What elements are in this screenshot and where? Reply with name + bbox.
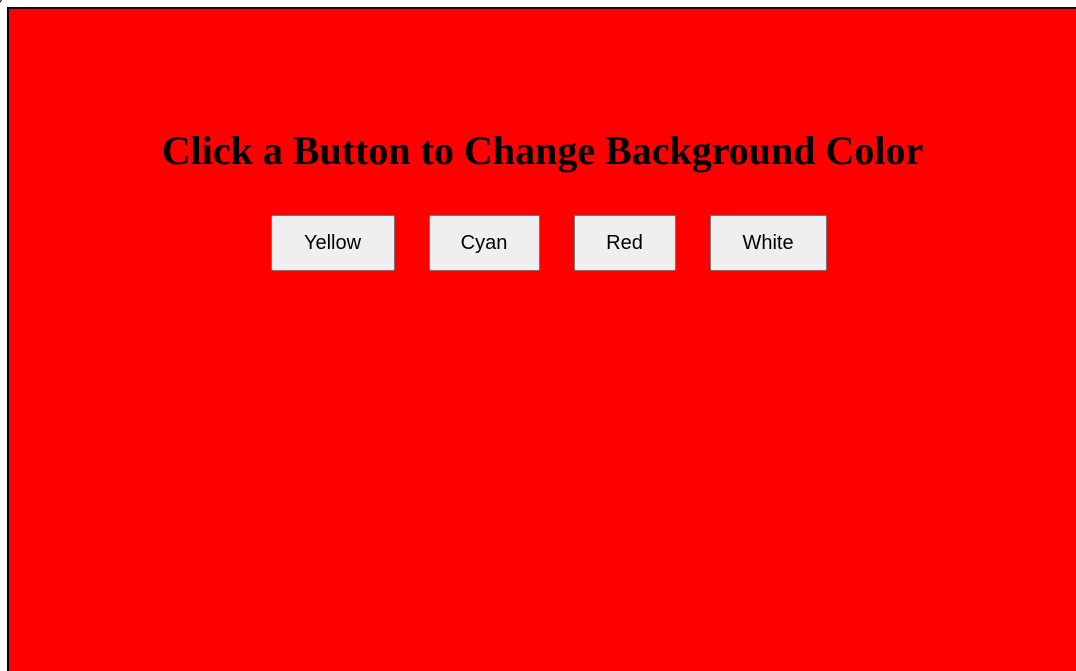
cyan-button[interactable]: Cyan: [428, 215, 540, 271]
white-button[interactable]: White: [709, 215, 827, 271]
color-button-row: Yellow Cyan Red White: [9, 215, 1076, 271]
red-button[interactable]: Red: [573, 215, 676, 271]
corner-glyph: ): [0, 0, 3, 5]
page-viewport: Click a Button to Change Background Colo…: [7, 7, 1076, 671]
yellow-button[interactable]: Yellow: [270, 215, 395, 271]
page-heading: Click a Button to Change Background Colo…: [161, 128, 924, 173]
